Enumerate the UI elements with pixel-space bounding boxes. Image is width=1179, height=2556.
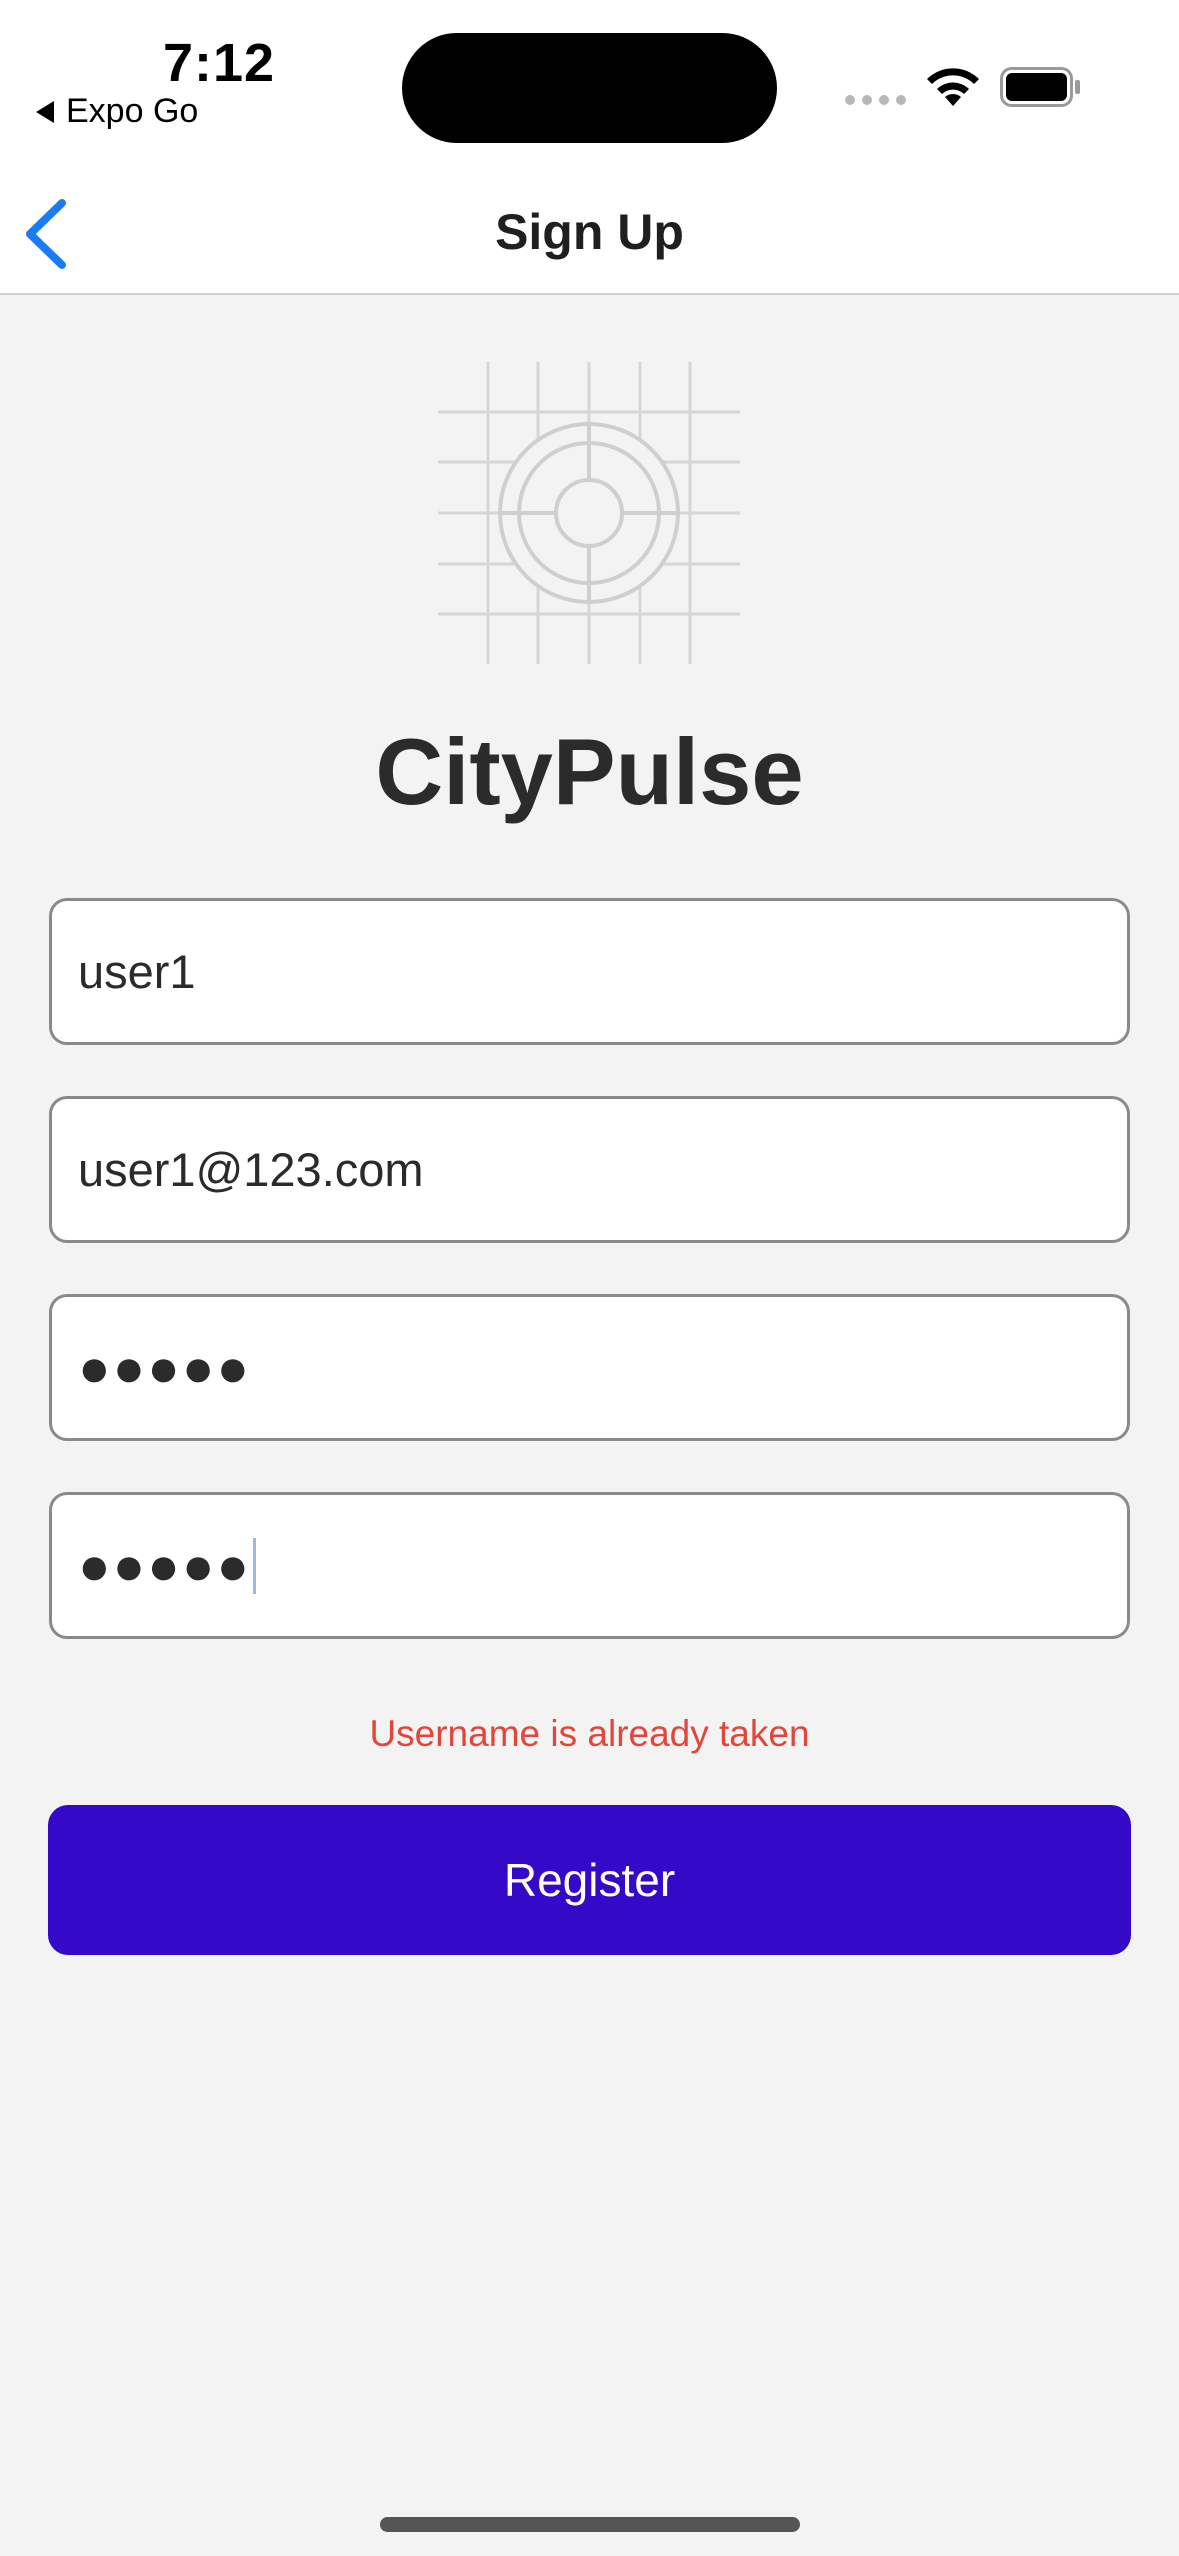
status-bar: 7:12 Expo Go bbox=[0, 0, 1179, 175]
battery-icon bbox=[1000, 67, 1080, 107]
navigation-bar: Sign Up bbox=[0, 175, 1179, 295]
username-value: user1 bbox=[78, 945, 196, 998]
email-value: user1@123.com bbox=[78, 1143, 424, 1196]
back-triangle-icon bbox=[36, 100, 54, 123]
cellular-signal-icon bbox=[845, 95, 906, 105]
password-input[interactable]: ●●●●● bbox=[49, 1294, 1130, 1441]
password-value: ●●●●● bbox=[78, 1337, 252, 1398]
app-name-heading: CityPulse bbox=[375, 719, 804, 824]
error-message: Username is already taken bbox=[369, 1713, 810, 1754]
username-input[interactable]: user1 bbox=[49, 898, 1130, 1045]
text-cursor bbox=[253, 1537, 257, 1594]
target-grid-icon bbox=[438, 362, 740, 664]
page-title: Sign Up bbox=[495, 204, 684, 260]
home-indicator[interactable] bbox=[380, 2517, 800, 2532]
dynamic-island bbox=[402, 33, 777, 143]
email-input[interactable]: user1@123.com bbox=[49, 1096, 1130, 1243]
wifi-icon bbox=[927, 68, 979, 106]
back-to-app-link[interactable]: Expo Go bbox=[36, 92, 198, 131]
register-button[interactable]: Register bbox=[48, 1805, 1131, 1955]
confirm-password-input[interactable]: ●●●●● bbox=[49, 1492, 1130, 1639]
status-time: 7:12 bbox=[163, 33, 276, 93]
back-app-label: Expo Go bbox=[66, 92, 199, 130]
confirm-password-value: ●●●●● bbox=[78, 1535, 252, 1596]
